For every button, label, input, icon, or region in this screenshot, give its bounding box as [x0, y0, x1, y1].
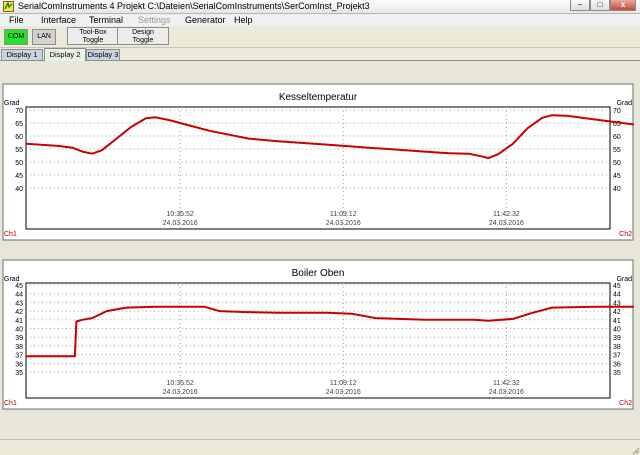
lan-button[interactable]: LAN [32, 29, 56, 45]
y-tick-label-right: 39 [613, 335, 621, 342]
channel-label-left: Ch1 [4, 231, 17, 238]
y-tick-label-right: 38 [613, 344, 621, 351]
y-axis-label-left: Grad [4, 100, 20, 107]
tab-display-1[interactable]: Display 1 [1, 49, 43, 60]
y-tick-label-right: 55 [613, 147, 621, 154]
y-tick-label-right: 44 [613, 292, 621, 299]
x-tick-time: 11:42:32 [493, 211, 520, 218]
toolbox-toggle-button[interactable]: Tool-Box Toggle [67, 27, 119, 45]
y-tick-label-right: 35 [613, 370, 621, 377]
menu-bar: File Interface Terminal Settings Generat… [0, 14, 640, 26]
tab-display-2[interactable]: Display 2 [44, 48, 86, 61]
y-tick-label-right: 36 [613, 361, 621, 368]
y-tick-label-left: 40 [15, 186, 23, 193]
x-tick-date: 24.03.2016 [163, 220, 198, 227]
y-tick-label-left: 65 [15, 121, 23, 128]
y-tick-label-left: 45 [15, 173, 23, 180]
chart-title: Kesseltemperatur [279, 92, 358, 103]
y-tick-label-left: 36 [15, 361, 23, 368]
design-toggle-line1: Design [132, 29, 154, 36]
chart-boiler-oben: Boiler ObenGrad Grad35 3536 3637 3738 3839 394… [2, 259, 634, 410]
x-tick-time: 11:42:32 [493, 380, 520, 387]
x-tick-time: 10:35:52 [167, 380, 194, 387]
x-tick-time: 11:09:12 [330, 380, 357, 387]
y-tick-label-left: 39 [15, 335, 23, 342]
x-tick-date: 24.03.2016 [489, 220, 524, 227]
y-axis-label-left: Grad [4, 276, 20, 283]
menu-settings: Settings [138, 15, 171, 25]
minimize-button[interactable]: – [570, 0, 590, 11]
y-tick-label-right: 70 [613, 108, 621, 115]
y-tick-label-right: 37 [613, 353, 621, 360]
y-tick-label-right: 60 [613, 134, 621, 141]
y-tick-label-right: 42 [613, 309, 621, 316]
x-tick-date: 24.03.2016 [326, 389, 361, 396]
menu-terminal[interactable]: Terminal [89, 15, 123, 25]
y-tick-label-right: 40 [613, 186, 621, 193]
menu-file[interactable]: File [9, 15, 24, 25]
com-button[interactable]: COM [4, 29, 28, 45]
y-tick-label-left: 38 [15, 344, 23, 351]
y-tick-label-right: 45 [613, 283, 621, 290]
channel-label-right: Ch2 [619, 231, 632, 238]
status-bar [0, 439, 640, 455]
y-tick-label-right: 40 [613, 327, 621, 334]
resize-grip-icon[interactable] [630, 445, 640, 455]
design-toggle-line2: Toggle [132, 37, 154, 44]
y-tick-label-left: 60 [15, 134, 23, 141]
y-tick-label-right: 41 [613, 318, 621, 325]
x-tick-date: 24.03.2016 [489, 389, 524, 396]
toolbox-toggle-line1: Tool-Box [79, 29, 107, 36]
plot-area [25, 282, 611, 399]
x-tick-time: 10:35:52 [167, 211, 194, 218]
tab-display-3[interactable]: Display 3 [86, 49, 120, 60]
y-tick-label-left: 35 [15, 370, 23, 377]
y-tick-label-left: 44 [15, 292, 23, 299]
close-button[interactable]: x [610, 0, 636, 11]
menu-help[interactable]: Help [234, 15, 253, 25]
window-title: SerialComInstruments 4 Projekt C:\Dateie… [18, 1, 370, 11]
title-bar: SerialComInstruments 4 Projekt C:\Dateie… [0, 0, 640, 14]
y-tick-label-left: 37 [15, 353, 23, 360]
y-tick-label-left: 41 [15, 318, 23, 325]
x-tick-time: 11:09:12 [330, 211, 357, 218]
display-tabs: Display 1 Display 2 Display 3 [0, 48, 640, 61]
y-axis-label-right: Grad [616, 100, 632, 107]
menu-interface[interactable]: Interface [41, 15, 76, 25]
y-tick-label-left: 50 [15, 160, 23, 167]
y-tick-label-right: 50 [613, 160, 621, 167]
y-tick-label-left: 55 [15, 147, 23, 154]
x-tick-date: 24.03.2016 [163, 389, 198, 396]
y-tick-label-right: 45 [613, 173, 621, 180]
chart-kesseltemperatur: Kesseltemperatur Grad Grad 40 40 45 45 50 50 55 55… [2, 83, 634, 241]
y-tick-label-left: 42 [15, 309, 23, 316]
y-tick-label-left: 43 [15, 300, 23, 307]
plot-area [25, 106, 611, 230]
app-icon [3, 1, 14, 12]
maximize-button[interactable]: □ [590, 0, 610, 11]
menu-generator[interactable]: Generator [185, 15, 226, 25]
x-tick-date: 24.03.2016 [326, 220, 361, 227]
y-tick-label-left: 45 [15, 283, 23, 290]
channel-label-left: Ch1 [4, 400, 17, 407]
chart-title: Boiler Oben [292, 268, 345, 279]
y-tick-label-left: 40 [15, 327, 23, 334]
channel-label-right: Ch2 [619, 400, 632, 407]
design-toggle-button[interactable]: Design Toggle [117, 27, 169, 45]
toolbox-toggle-line2: Toggle [82, 37, 104, 44]
y-axis-label-right: Grad [616, 276, 632, 283]
y-tick-label-left: 70 [15, 108, 23, 115]
